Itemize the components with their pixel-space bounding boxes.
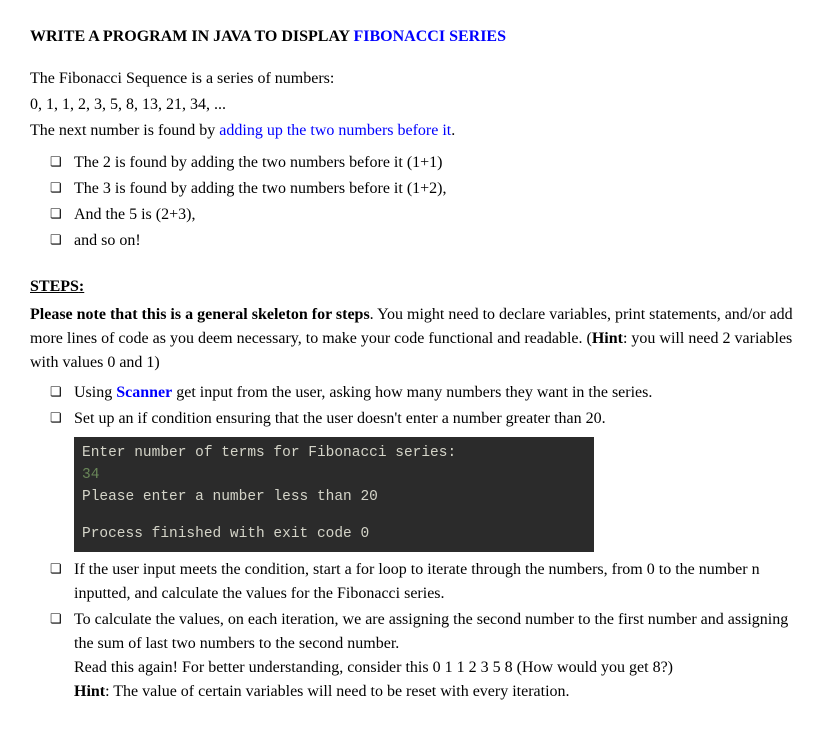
scanner-link: Scanner <box>116 384 172 401</box>
adding-link: adding up the two numbers before it <box>219 122 451 139</box>
list-item: And the 5 is (2+3), <box>50 203 797 227</box>
list-item: If the user input meets the condition, s… <box>50 558 797 606</box>
document-body: WRITE A PROGRAM IN JAVA TO DISPLAY FIBON… <box>30 25 797 704</box>
list-item: The 2 is found by adding the two numbers… <box>50 151 797 175</box>
steps-heading: STEPS: <box>30 275 797 299</box>
intro-line-3: The next number is found by adding up th… <box>30 119 797 143</box>
list-item: The 3 is found by adding the two numbers… <box>50 177 797 201</box>
page-title: WRITE A PROGRAM IN JAVA TO DISPLAY FIBON… <box>30 25 797 49</box>
code-line: Please enter a number less than 20 <box>82 487 586 509</box>
code-line: Enter number of terms for Fibonacci seri… <box>82 443 586 465</box>
console-output: Enter number of terms for Fibonacci seri… <box>74 437 594 552</box>
list-item: and so on! <box>50 229 797 253</box>
code-spacer <box>82 508 586 524</box>
intro-line-2: 0, 1, 1, 2, 3, 5, 8, 13, 21, 34, ... <box>30 93 797 117</box>
code-line: 34 <box>82 465 586 487</box>
list-item: To calculate the values, on each iterati… <box>50 608 797 704</box>
list-item: Set up an if condition ensuring that the… <box>50 407 797 431</box>
steps-bullets-top: Using Scanner get input from the user, a… <box>50 381 797 431</box>
intro-line-1: The Fibonacci Sequence is a series of nu… <box>30 67 797 91</box>
code-line: Process finished with exit code 0 <box>82 524 586 546</box>
title-prefix: WRITE A PROGRAM IN JAVA TO DISPLAY <box>30 28 354 45</box>
intro-bullets: The 2 is found by adding the two numbers… <box>50 151 797 253</box>
steps-bullets-bottom: If the user input meets the condition, s… <box>50 558 797 704</box>
intro-block: The Fibonacci Sequence is a series of nu… <box>30 67 797 143</box>
steps-note: Please note that this is a general skele… <box>30 303 797 375</box>
list-item: Using Scanner get input from the user, a… <box>50 381 797 405</box>
title-highlight: FIBONACCI SERIES <box>354 28 506 45</box>
